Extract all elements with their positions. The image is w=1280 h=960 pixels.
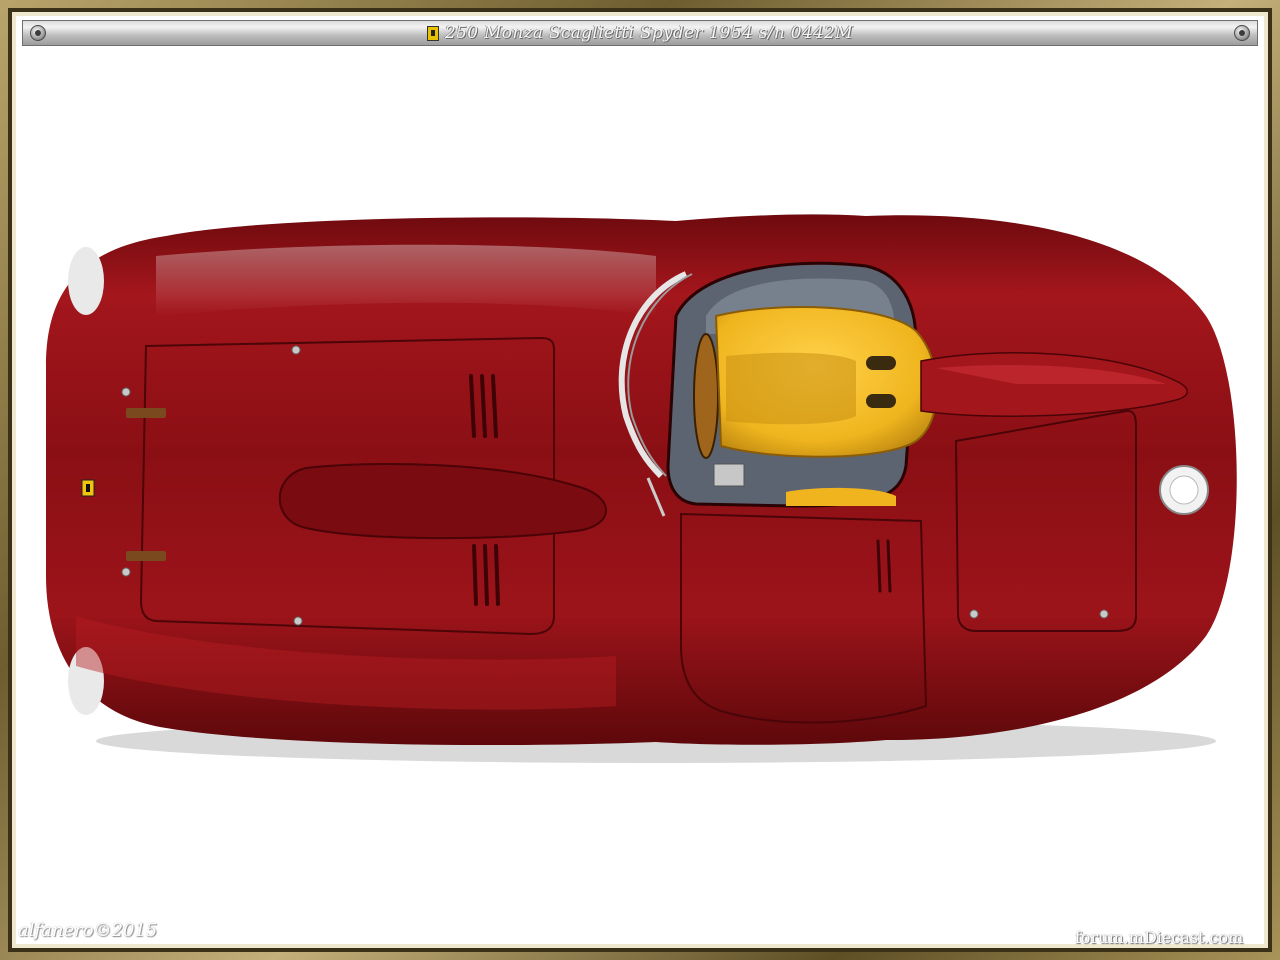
steering-wheel (693, 333, 719, 459)
headlight-left (68, 247, 104, 315)
title-bar: 250 Monza Scaglietti Spyder 1954 s/n 044… (22, 20, 1258, 46)
forum-watermark: forum.mDiecast.com (1075, 928, 1244, 947)
fuel-cap-icon (1159, 465, 1209, 515)
screw-icon (1234, 25, 1250, 41)
seat-slot-upper (866, 356, 896, 370)
seat-slot-lower (866, 394, 896, 408)
ferrari-badge-icon (427, 25, 440, 41)
photo-title: 250 Monza Scaglietti Spyder 1954 s/n 044… (445, 23, 853, 43)
signature-watermark: alfanero©2015 (18, 920, 158, 941)
ferrari-badge-icon (81, 479, 95, 497)
car-photo (16, 16, 1264, 944)
gear-lever (713, 463, 745, 487)
car-top-view (46, 214, 1237, 763)
screw-icon (30, 25, 46, 41)
